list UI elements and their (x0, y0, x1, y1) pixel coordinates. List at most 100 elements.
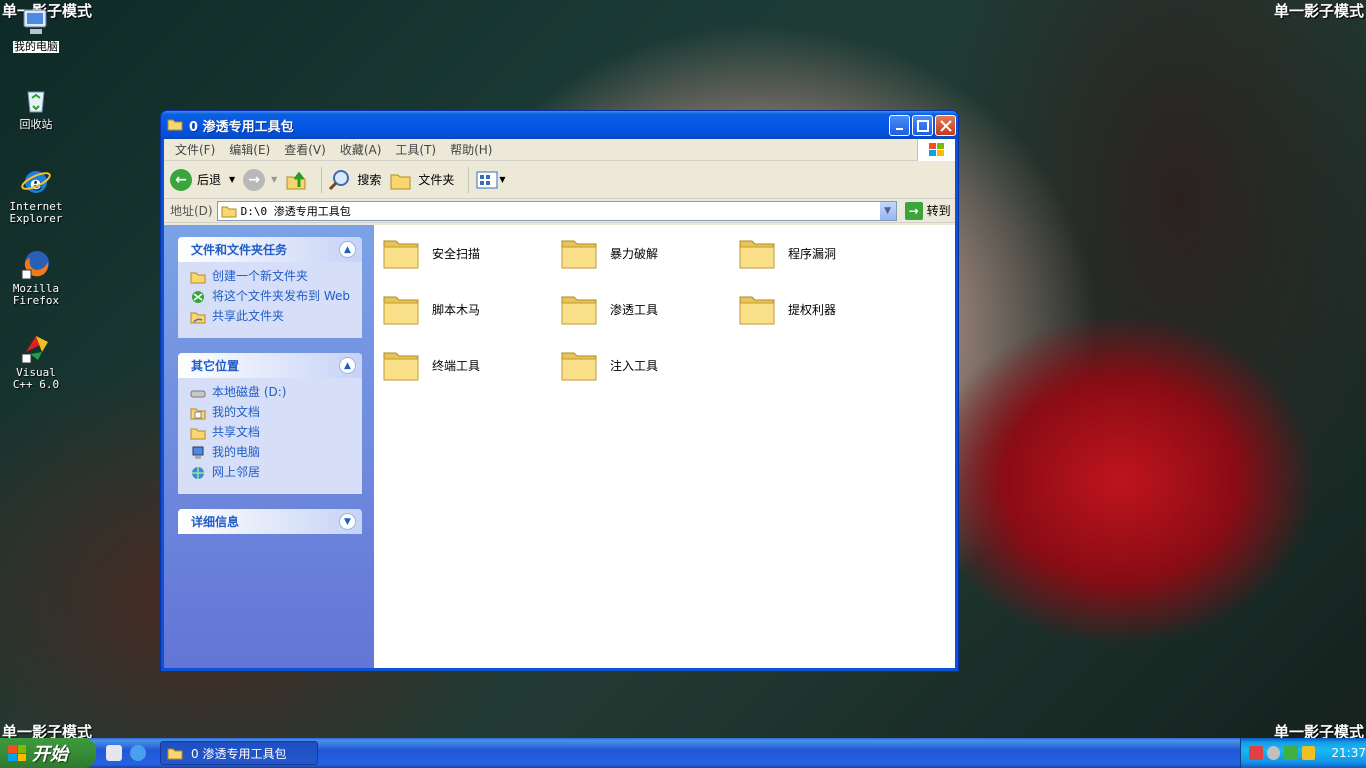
maximize-button[interactable] (912, 115, 933, 136)
desktop-icon-label: Internet Explorer (9, 200, 63, 225)
task-new-folder[interactable]: 创建一个新文件夹 (190, 270, 354, 284)
show-desktop-icon[interactable] (106, 745, 122, 761)
explorer-window: 0 渗透专用工具包 文件(F) 编辑(E) 查看(V) 收藏(A) 工具(T) … (160, 110, 959, 672)
menu-help[interactable]: 帮助(H) (443, 141, 499, 158)
expand-icon[interactable]: ▼ (339, 513, 356, 530)
folders-button[interactable]: 文件夹 (389, 169, 454, 191)
share-folder-icon (190, 312, 206, 324)
search-icon (329, 169, 350, 190)
other-places-header[interactable]: 其它位置 ▲ (178, 353, 362, 378)
ie-quick-launch-icon[interactable] (130, 745, 146, 761)
address-input[interactable]: D:\0 渗透专用工具包 ▼ (216, 200, 897, 221)
folder-item[interactable]: 提权利器 (738, 291, 836, 327)
back-label: 后退 (197, 173, 222, 187)
network-status-icon[interactable] (1249, 746, 1263, 760)
search-button[interactable]: 搜索 (328, 169, 381, 191)
panel-title: 其它位置 (191, 359, 240, 373)
place-label: 网上邻居 (212, 465, 261, 479)
tray-app-icon[interactable] (1301, 746, 1316, 760)
address-label: 地址(D) (170, 204, 213, 218)
folder-item[interactable]: 暴力破解 (560, 235, 658, 271)
taskbar-window-button[interactable]: 0 渗透专用工具包 (160, 741, 318, 765)
task-label: 创建一个新文件夹 (212, 269, 309, 283)
windows-flag-icon (8, 745, 26, 761)
go-arrow-icon: → (904, 201, 923, 220)
menu-favorites[interactable]: 收藏(A) (333, 141, 389, 158)
details-panel: 详细信息 ▼ (178, 509, 362, 534)
desktop-icon-internet-explorer[interactable]: e Internet Explorer (6, 166, 66, 225)
desktop-icon-my-computer[interactable]: 我的电脑 (6, 6, 66, 53)
recycle-bin-icon (20, 84, 52, 116)
up-folder-icon (286, 171, 306, 189)
back-arrow-icon: ← (170, 168, 192, 191)
menu-file[interactable]: 文件(F) (168, 141, 222, 158)
folder-item[interactable]: 注入工具 (560, 347, 658, 383)
panel-title: 详细信息 (191, 515, 240, 529)
folder-name: 提权利器 (788, 302, 837, 317)
place-network[interactable]: 网上邻居 (190, 466, 354, 480)
shared-documents-icon (190, 428, 206, 440)
address-value: D:\0 渗透专用工具包 (240, 204, 351, 218)
folders-label: 文件夹 (418, 173, 455, 187)
desktop-icon-firefox[interactable]: Mozilla Firefox (6, 248, 66, 307)
clock: 21:37 (1331, 746, 1366, 760)
task-label: 将这个文件夹发布到 Web (212, 289, 350, 303)
place-label: 我的文档 (212, 405, 261, 419)
chevron-down-icon: ▼ (271, 175, 278, 184)
folder-item[interactable]: 程序漏洞 (738, 235, 836, 271)
views-button[interactable]: ▼ (475, 170, 506, 190)
desktop-icon-label: Mozilla Firefox (12, 282, 60, 307)
folder-item[interactable]: 终端工具 (382, 347, 480, 383)
start-button[interactable]: 开始 (0, 738, 96, 768)
disk-drive-icon (190, 390, 206, 398)
place-local-disk[interactable]: 本地磁盘 (D:) (190, 386, 354, 400)
title-bar[interactable]: 0 渗透专用工具包 (161, 111, 958, 139)
task-publish-web[interactable]: 将这个文件夹发布到 Web (190, 290, 354, 304)
file-tasks-panel: 文件和文件夹任务 ▲ 创建一个新文件夹 将这个文件夹发布到 Web 共享此文件夹 (178, 237, 362, 338)
menu-tools[interactable]: 工具(T) (388, 141, 443, 158)
file-tasks-header[interactable]: 文件和文件夹任务 ▲ (178, 237, 362, 262)
security-icon[interactable] (1284, 746, 1298, 760)
desktop-icon-visual-cpp[interactable]: Visual C++ 6.0 (6, 332, 66, 391)
back-button[interactable]: ← 后退 ▼ (170, 168, 236, 191)
place-my-documents[interactable]: 我的文档 (190, 406, 354, 420)
minimize-button[interactable] (889, 115, 910, 136)
forward-button[interactable]: → ▼ (243, 168, 278, 191)
maximize-icon (916, 119, 929, 132)
forward-arrow-icon: → (243, 168, 266, 191)
publish-web-icon (192, 291, 204, 303)
address-dropdown-button[interactable]: ▼ (879, 201, 896, 220)
firefox-icon (20, 248, 52, 280)
collapse-icon[interactable]: ▲ (339, 357, 356, 374)
collapse-icon[interactable]: ▲ (339, 241, 356, 258)
folder-item[interactable]: 安全扫描 (382, 235, 480, 271)
volume-icon[interactable] (1266, 746, 1281, 760)
chevron-down-icon: ▼ (229, 175, 236, 184)
folder-item[interactable]: 脚本木马 (382, 291, 480, 327)
close-button[interactable] (935, 115, 956, 136)
menu-view[interactable]: 查看(V) (277, 141, 333, 158)
menu-edit[interactable]: 编辑(E) (222, 141, 277, 158)
up-folder-button[interactable] (285, 169, 307, 191)
toolbar-separator (321, 166, 323, 193)
desktop-icon-label: Visual C++ 6.0 (12, 366, 60, 391)
place-my-computer[interactable]: 我的电脑 (190, 446, 354, 460)
folder-name: 渗透工具 (610, 302, 659, 317)
folder-item[interactable]: 渗透工具 (560, 291, 658, 327)
details-header[interactable]: 详细信息 ▼ (178, 509, 362, 534)
place-label: 我的电脑 (212, 445, 261, 459)
folder-icon (561, 352, 597, 381)
start-label: 开始 (32, 744, 68, 765)
minimize-icon (895, 127, 903, 130)
my-computer-icon (192, 446, 204, 459)
place-shared-documents[interactable]: 共享文档 (190, 426, 354, 440)
folder-icon (167, 748, 183, 760)
go-label: 转到 (926, 204, 951, 218)
task-share-folder[interactable]: 共享此文件夹 (190, 310, 354, 324)
desktop-icon-recycle-bin[interactable]: 回收站 (6, 84, 66, 131)
go-button[interactable]: → 转到 (904, 201, 951, 220)
panel-title: 文件和文件夹任务 (191, 243, 288, 257)
folder-name: 程序漏洞 (788, 246, 837, 261)
folder-name: 注入工具 (610, 358, 659, 373)
new-folder-icon (190, 272, 206, 284)
